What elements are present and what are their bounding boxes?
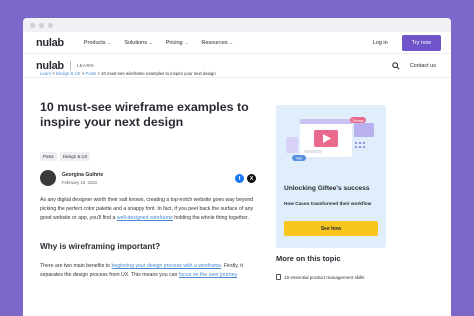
menu-pricing[interactable]: Pricing ⌄ xyxy=(166,40,189,46)
window-dot xyxy=(30,22,35,28)
design-process-link[interactable]: beginning your design process with a wir… xyxy=(112,263,222,269)
promo-subtitle: How Cacoo transformed their workflow xyxy=(284,201,372,206)
body-text: There are two main benefits to xyxy=(40,263,112,269)
window-dot xyxy=(39,22,44,28)
chevron-down-icon: ⌄ xyxy=(107,39,112,45)
breadcrumb-learn[interactable]: Learn xyxy=(40,71,51,76)
page-title: 10 must-see wireframe examples to inspir… xyxy=(40,100,249,129)
section-label[interactable]: LEARN xyxy=(77,63,94,68)
tag-posts[interactable]: Posts xyxy=(40,152,57,161)
tag-design-ux[interactable]: Design & UX xyxy=(59,152,91,161)
divider xyxy=(69,61,71,70)
try-now-button[interactable]: Try now xyxy=(401,34,441,51)
chevron-down-icon: ⌄ xyxy=(148,39,153,45)
promo-illustration: Thomas Tyler xyxy=(286,117,374,161)
window-dot xyxy=(48,22,53,28)
wireframe-link[interactable]: well-designed wireframe xyxy=(117,215,173,221)
tag-list: Posts Design & UX xyxy=(40,152,91,161)
menu-resources[interactable]: Resources ⌄ xyxy=(201,40,233,46)
menu-label: Solutions xyxy=(124,39,147,46)
brand-logo[interactable]: nulab xyxy=(36,37,64,49)
menu-label: Products xyxy=(83,39,106,46)
more-topic-heading: More on this topic xyxy=(276,254,341,263)
badge-tyler: Tyler xyxy=(296,156,304,160)
menu-solutions[interactable]: Solutions ⌄ xyxy=(124,40,152,46)
facebook-share-icon[interactable]: f xyxy=(235,174,244,183)
body-paragraph: There are two main benefits to beginning… xyxy=(40,262,258,280)
top-nav: nulab Products ⌄ Solutions ⌄ Pricing ⌄ Reso… xyxy=(23,32,451,54)
document-icon xyxy=(276,274,281,280)
breadcrumb-design-ux[interactable]: Design & UX xyxy=(56,71,81,76)
promo-card[interactable]: Thomas Tyler Unlocking Giftee's success … xyxy=(276,105,386,248)
breadcrumb-current: 10 must-see wireframe examples to inspir… xyxy=(101,71,216,76)
login-link[interactable]: Log in xyxy=(373,40,388,46)
main-menu: Products ⌄ Solutions ⌄ Pricing ⌄ Resources ⌄ xyxy=(84,40,234,46)
breadcrumb-posts[interactable]: Posts xyxy=(85,71,96,76)
learn-brand-logo[interactable]: nulab xyxy=(36,60,64,72)
section-heading: Why is wireframing important? xyxy=(40,242,161,251)
more-topic-item[interactable]: 19 essential product management skills xyxy=(276,274,364,280)
window-chrome xyxy=(23,18,451,32)
intro-paragraph: As any digital designer worth their salt… xyxy=(40,196,258,223)
user-journey-link[interactable]: focus on the user journey xyxy=(179,272,237,278)
more-topic-label: 19 essential product management skills xyxy=(284,274,365,280)
search-icon[interactable] xyxy=(391,57,400,75)
avatar xyxy=(40,170,56,186)
see-how-button[interactable]: See how xyxy=(284,221,378,236)
menu-label: Resources xyxy=(201,39,228,46)
author-name[interactable]: Georgina Guthrie xyxy=(62,172,103,178)
contact-link[interactable]: Contact us xyxy=(410,63,436,69)
author-block: Georgina Guthrie February 16, 2022 xyxy=(40,170,103,186)
chevron-down-icon: ⌄ xyxy=(184,39,189,45)
intro-text-end: holding the whole thing together. xyxy=(172,215,249,221)
breadcrumb: Learn > Design & UX > Posts > 10 must-se… xyxy=(40,71,216,76)
promo-title: Unlocking Giftee's success xyxy=(284,185,370,192)
menu-label: Pricing xyxy=(165,39,183,46)
chevron-down-icon: ⌄ xyxy=(229,39,234,45)
badge-thomas: Thomas xyxy=(352,119,364,123)
publish-date: February 16, 2022 xyxy=(62,179,98,185)
x-share-icon[interactable]: X xyxy=(247,174,256,183)
menu-products[interactable]: Products ⌄ xyxy=(84,40,112,46)
